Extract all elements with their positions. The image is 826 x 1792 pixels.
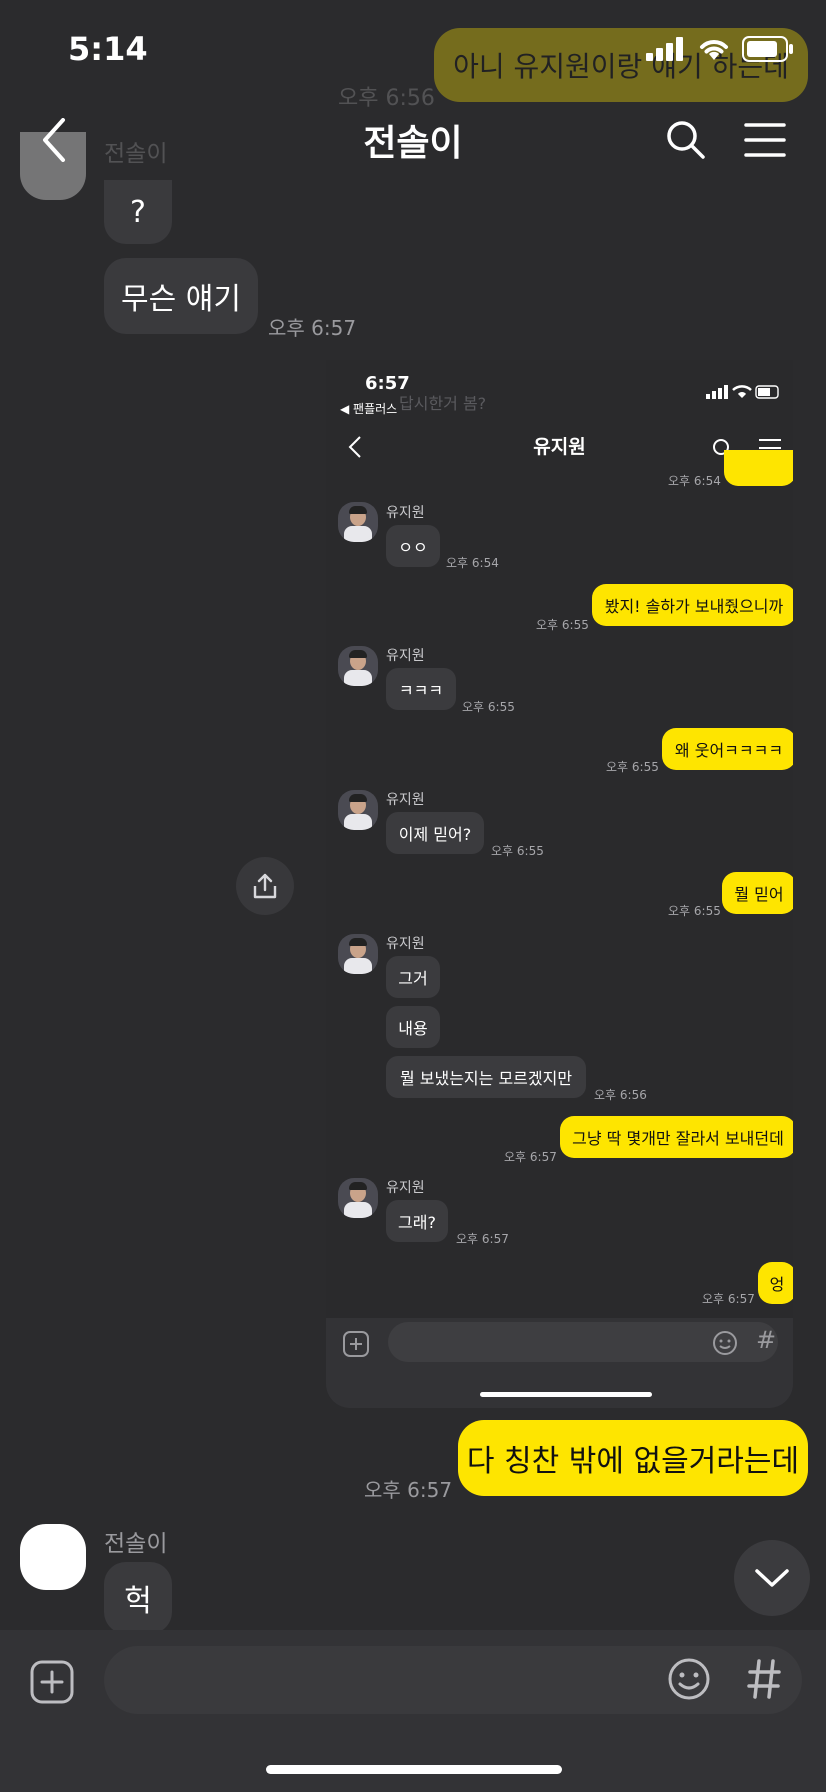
scroll-to-bottom-button[interactable] (734, 1540, 810, 1616)
embedded-sender: 유지원 (386, 936, 425, 952)
embedded-time: 오후 6:57 (504, 1150, 557, 1164)
share-button[interactable] (236, 857, 294, 915)
shared-screenshot-image[interactable]: 6:57 ◀ 팬플러스 답시한거 봄? 유지원 오후 6:54 유지원 ㅇㅇ 오… (326, 360, 793, 1408)
embedded-time: 오후 6:55 (491, 844, 544, 858)
embedded-outgoing-bubble: 그냥 딱 몇개만 잘라서 보내던데 (560, 1116, 793, 1158)
embedded-home-indicator (480, 1392, 652, 1397)
embedded-incoming-bubble: 뭘 보냈는지는 모르겠지만 (386, 1056, 586, 1098)
incoming-bubble[interactable]: 무슨 얘기 (104, 258, 258, 334)
chevron-down-icon (755, 1569, 789, 1587)
embedded-time: 오후 6:56 (594, 1088, 647, 1102)
message-time: 오후 6:57 (268, 316, 357, 340)
outgoing-bubble[interactable]: 다 칭찬 밖에 없을거라는데 (458, 1420, 808, 1496)
embedded-incoming-bubble: 이제 믿어? (386, 812, 484, 854)
share-icon (253, 873, 277, 899)
ghost-time: 오후 6:56 (338, 86, 435, 111)
embedded-avatar (338, 646, 378, 686)
signal-icon (646, 37, 683, 61)
system-status-icons (646, 36, 794, 62)
emoji-button[interactable] (666, 1656, 712, 1702)
embedded-avatar (338, 934, 378, 974)
embedded-time: 오후 6:55 (536, 618, 589, 632)
menu-button[interactable] (744, 120, 786, 160)
search-icon (667, 121, 705, 159)
embedded-time: 오후 6:55 (606, 760, 659, 774)
avatar[interactable] (20, 1524, 86, 1590)
incoming-bubble[interactable]: ? (104, 180, 172, 244)
sender-name: 전솔이 (104, 1531, 168, 1557)
embedded-ghost-text: 답시한거 봄? (399, 394, 487, 413)
embedded-avatar (338, 1178, 378, 1218)
embedded-incoming-bubble: ㅋㅋㅋ (386, 668, 456, 710)
hashtag-icon (747, 1659, 781, 1699)
embedded-incoming-bubble: 그거 (386, 956, 440, 998)
embedded-time: 오후 6:55 (668, 904, 721, 918)
incoming-bubble[interactable]: 헉 (104, 1562, 172, 1634)
embedded-outgoing-bubble: 왜 웃어ㅋㅋㅋㅋ (662, 728, 793, 770)
embedded-time: 오후 6:54 (446, 556, 499, 570)
message-time: 오후 6:57 (364, 1478, 453, 1502)
emoji-icon (668, 1658, 710, 1700)
embedded-status-icons (706, 385, 779, 399)
embedded-sender: 유지원 (386, 1180, 425, 1196)
embedded-plus-icon (343, 1331, 369, 1357)
wifi-icon (700, 40, 728, 60)
embedded-hashtag-icon: # (756, 1326, 777, 1354)
embedded-incoming-bubble: 그래? (386, 1200, 448, 1242)
embedded-time: 오후 6:54 (668, 474, 721, 488)
embedded-ghost-yellow (724, 450, 793, 486)
embedded-sender: 유지원 (386, 505, 425, 521)
search-button[interactable] (664, 118, 708, 162)
home-indicator (266, 1765, 562, 1774)
embedded-time: 오후 6:57 (702, 1292, 755, 1306)
embedded-outgoing-bubble: 엉 (758, 1262, 793, 1304)
embedded-time: 오후 6:57 (456, 1232, 509, 1246)
hamburger-menu-icon (744, 123, 786, 157)
embedded-sender: 유지원 (386, 648, 425, 664)
embedded-emoji-icon (713, 1331, 737, 1355)
embedded-incoming-bubble: ㅇㅇ (386, 525, 440, 567)
embedded-back-app: ◀ 팬플러스 (340, 402, 398, 416)
hashtag-button[interactable] (740, 1654, 788, 1704)
plus-square-icon (30, 1660, 74, 1704)
status-time: 5:14 (68, 30, 148, 68)
embedded-outgoing-bubble: 뭘 믿어 (722, 872, 793, 914)
embedded-avatar (338, 790, 378, 830)
embedded-time: 오후 6:55 (462, 700, 515, 714)
embedded-avatar (338, 502, 378, 542)
embedded-sender: 유지원 (386, 792, 425, 808)
add-attachment-button[interactable] (28, 1658, 76, 1706)
battery-icon (742, 36, 793, 62)
embedded-outgoing-bubble: 봤지! 솔하가 보내줬으니까 (592, 584, 793, 626)
embedded-incoming-bubble: 내용 (386, 1006, 440, 1048)
